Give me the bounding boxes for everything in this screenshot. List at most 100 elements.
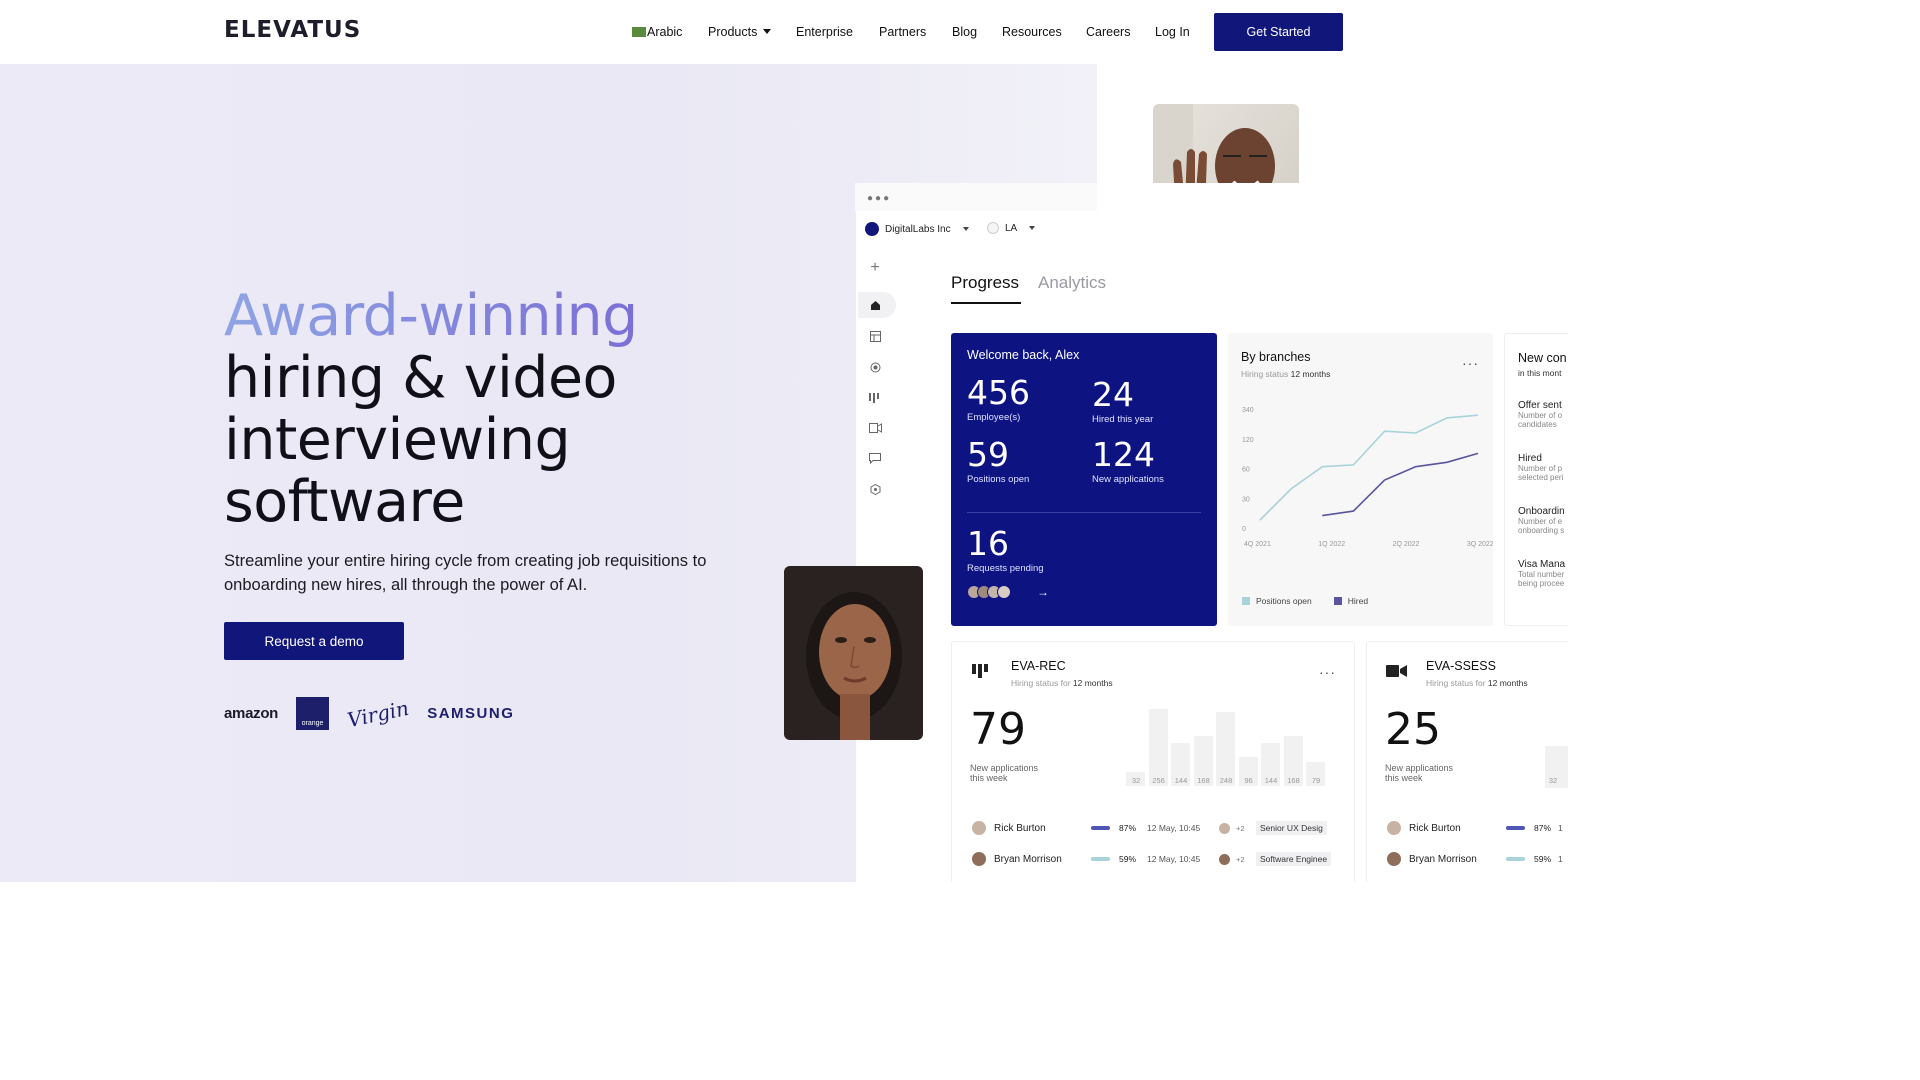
candidate-name: Rick Burton — [994, 822, 1046, 834]
item-desc: onboarding s — [1518, 526, 1565, 535]
nav-products-dropdown[interactable]: Products — [708, 25, 772, 39]
new-item: Offer sent Number of o candidates — [1518, 400, 1562, 429]
card-subtitle: Hiring status for 12 months — [1011, 678, 1113, 688]
item-title: Onboardin — [1518, 506, 1565, 517]
nav-enterprise-link[interactable]: Enterprise — [796, 25, 853, 39]
headline-line: hiring & video — [224, 345, 617, 411]
more-options-icon[interactable]: ··· — [1462, 355, 1479, 371]
stat-value: 124 — [1092, 435, 1155, 474]
branches-card: By branches Hiring status 12 months ··· … — [1228, 333, 1493, 626]
stat-employees: 456 Employee(s) — [967, 373, 1030, 423]
virgin-logo: Virgin — [345, 695, 412, 732]
hero-subtitle: Streamline your entire hiring cycle from… — [224, 552, 707, 594]
avatar — [1387, 852, 1401, 866]
avatar — [972, 821, 986, 835]
bar-label: 79 — [1311, 776, 1321, 785]
nav-login-link[interactable]: Log In — [1155, 25, 1190, 39]
pipeline-icon — [972, 662, 990, 683]
tab-progress[interactable]: Progress — [951, 273, 1019, 293]
pipeline-icon[interactable] — [866, 388, 884, 406]
settings-icon[interactable] — [866, 480, 884, 498]
more-options-icon[interactable]: ··· — [1319, 664, 1336, 680]
welcome-title: Welcome back, Alex — [967, 348, 1080, 362]
card-title: New con — [1518, 351, 1567, 365]
nav-arabic-link[interactable]: Arabic — [632, 25, 682, 39]
layout-icon[interactable] — [866, 327, 884, 345]
avatar — [1219, 853, 1230, 865]
new-contracts-card: New con in this mont Offer sent Number o… — [1504, 333, 1568, 626]
new-item: Hired Number of p selected peri — [1518, 453, 1563, 482]
get-started-button[interactable]: Get Started — [1214, 13, 1343, 51]
item-title: Hired — [1518, 453, 1542, 464]
stat-applications: 124 New applications — [1092, 435, 1164, 485]
row-date: 12 May, 10:45 — [1147, 823, 1201, 833]
chevron-down-icon — [962, 227, 969, 231]
table-row[interactable]: Bryan Morrison 59% 12 May, 10:45 +2 Soft… — [972, 852, 1332, 866]
chat-icon[interactable] — [866, 449, 884, 467]
legend-label: Positions open — [1256, 596, 1312, 606]
stat-label: New applications — [1092, 474, 1164, 485]
stat-value: 456 — [967, 373, 1030, 412]
brand-logo[interactable]: ELEVATUS — [224, 17, 361, 43]
chart-bar — [1216, 711, 1235, 786]
nav-blog-link[interactable]: Blog — [952, 25, 977, 39]
home-icon[interactable] — [866, 296, 884, 314]
chart-legend: Positions open Hired — [1242, 596, 1368, 606]
card-divider — [967, 512, 1201, 513]
stat-hired: 24 Hired this year — [1092, 375, 1153, 425]
item-title: Offer sent — [1518, 400, 1562, 411]
series-line — [1322, 452, 1479, 517]
eva-rec-card: EVA-REC Hiring status for 12 months ··· … — [951, 641, 1355, 882]
new-item: Visa Mana Total number being procee — [1518, 559, 1565, 588]
location-selector[interactable]: LA — [987, 222, 1036, 234]
legend-swatch — [1333, 597, 1342, 605]
row-extra: 1 — [1558, 823, 1563, 833]
legend-swatch — [1242, 597, 1250, 605]
card-title: EVA-SSESS — [1426, 659, 1496, 673]
arrow-right-icon[interactable]: → — [1037, 585, 1049, 599]
window-titlebar — [855, 183, 1097, 211]
score-bar — [1506, 826, 1525, 830]
welcome-card: Welcome back, Alex 456 Employee(s) 24 Hi… — [951, 333, 1217, 626]
new-applications-label: New applications this week — [970, 763, 1039, 783]
table-row[interactable]: Rick Burton 87% 1 — [1387, 821, 1563, 835]
x-tick-label: 4Q 2021 — [1244, 541, 1271, 548]
y-tick-label: 60 — [1242, 467, 1250, 474]
score-pct: 87% — [1119, 823, 1137, 833]
org-selector[interactable]: DigitalLabs Inc — [865, 222, 969, 236]
score-bar — [1506, 857, 1525, 861]
video-icon — [1386, 664, 1408, 683]
x-tick-label: 3Q 2022 — [1467, 541, 1493, 548]
stat-label: Employee(s) — [967, 412, 1021, 423]
extra-count: +2 — [1236, 823, 1245, 833]
x-tick-label: 2Q 2022 — [1393, 541, 1420, 548]
nav-resources-link[interactable]: Resources — [1002, 25, 1062, 39]
eva-rec-bar-chart: 32 256 144 168 248 96 144 168 79 — [1126, 704, 1346, 790]
new-applications-value: 79 — [970, 704, 1026, 755]
bar-label: 32 — [1131, 776, 1141, 785]
item-title: Visa Mana — [1518, 559, 1566, 570]
nav-careers-link[interactable]: Careers — [1086, 25, 1130, 39]
avatar — [1387, 821, 1401, 835]
nav-partners-link[interactable]: Partners — [879, 25, 926, 39]
branches-line-chart: 0 30 60 120 340 4Q 2021 1Q 2022 2Q 2022 3Q 2022 — [1242, 407, 1493, 548]
target-icon[interactable] — [866, 358, 884, 376]
table-row[interactable]: Bryan Morrison 59% 1 — [1387, 852, 1563, 866]
tab-analytics[interactable]: Analytics — [1038, 273, 1106, 293]
table-row[interactable]: Rick Burton 87% 12 May, 10:45 +2 Senior … — [972, 821, 1327, 835]
item-desc: Number of p — [1518, 464, 1563, 473]
card-title: EVA-REC — [1011, 659, 1066, 673]
item-desc: Total number — [1518, 570, 1565, 579]
request-demo-button[interactable]: Request a demo — [224, 622, 404, 660]
stat-value: 16 — [967, 524, 1009, 563]
candidate-name: Bryan Morrison — [994, 853, 1062, 865]
stat-value: 59 — [967, 435, 1009, 474]
row-extra: 1 — [1558, 854, 1563, 864]
headline-line: software — [224, 469, 465, 535]
chart-bar — [1148, 709, 1168, 786]
window-dots-icon: ●●● — [867, 193, 892, 204]
video-icon[interactable] — [866, 419, 884, 437]
bar-label: 96 — [1244, 776, 1253, 785]
add-icon[interactable]: + — [866, 259, 884, 277]
orange-logo: orange — [296, 697, 330, 730]
